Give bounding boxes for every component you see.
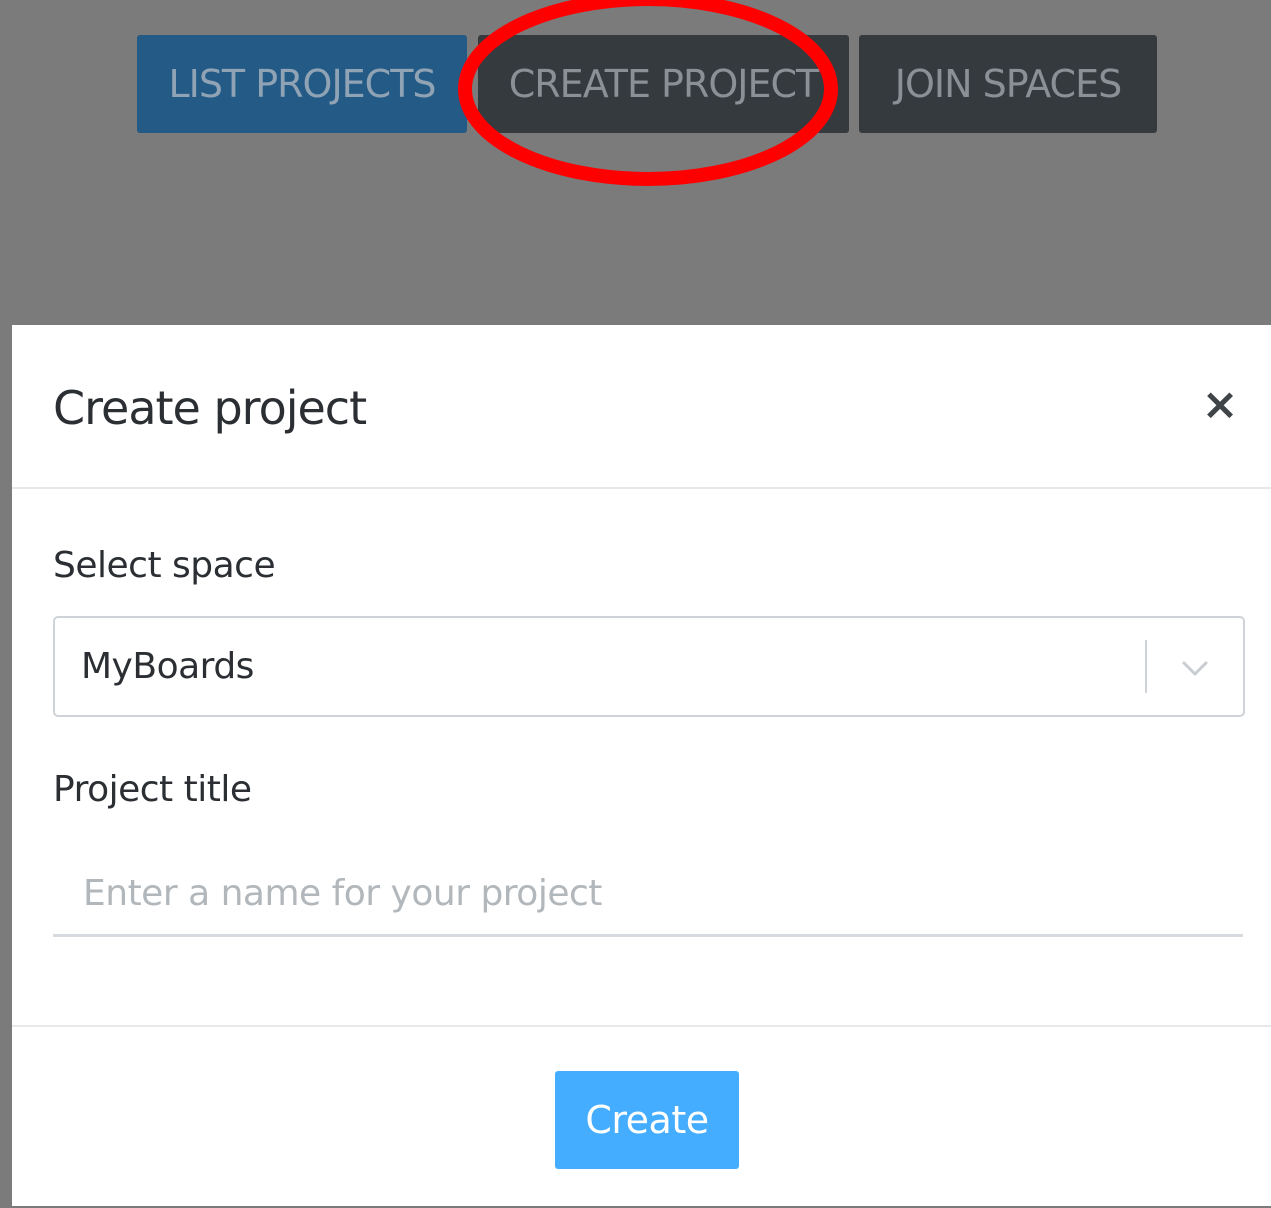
- project-title-input[interactable]: [53, 853, 1243, 937]
- create-button[interactable]: Create: [555, 1071, 739, 1169]
- select-space-label: Select space: [53, 545, 276, 586]
- join-spaces-button[interactable]: JOIN SPACES: [859, 35, 1157, 133]
- create-project-modal: Create project × Select space MyBoards P…: [12, 325, 1271, 1206]
- top-navigation: LIST PROJECTS CREATE PROJECT JOIN SPACES: [0, 0, 1271, 325]
- project-title-label: Project title: [53, 769, 252, 810]
- create-project-button[interactable]: CREATE PROJECT: [478, 35, 849, 133]
- close-icon[interactable]: ×: [1195, 377, 1245, 433]
- modal-header: Create project ×: [12, 325, 1271, 489]
- space-select-value: MyBoards: [81, 646, 254, 687]
- modal-title: Create project: [53, 381, 367, 435]
- select-separator: [1145, 640, 1147, 693]
- chevron-down-icon[interactable]: [1178, 651, 1212, 685]
- list-projects-button[interactable]: LIST PROJECTS: [137, 35, 467, 133]
- space-select[interactable]: MyBoards: [53, 616, 1245, 717]
- modal-footer: Create: [12, 1025, 1271, 1208]
